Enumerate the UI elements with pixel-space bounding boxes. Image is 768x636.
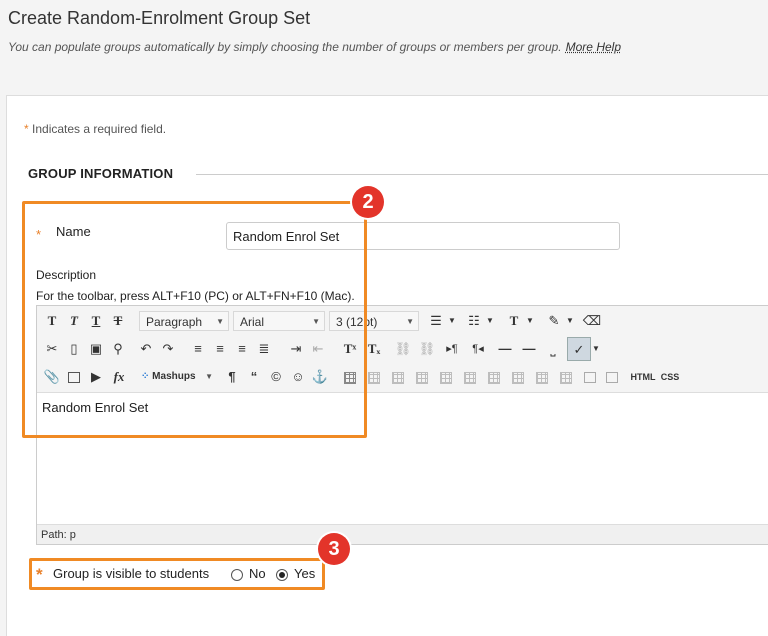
section-divider	[196, 174, 768, 175]
section-title: GROUP INFORMATION	[28, 166, 174, 181]
nonbreaking-space-icon[interactable]: ⎵	[543, 339, 563, 359]
chevron-down-icon[interactable]: ▼	[447, 311, 457, 331]
table-row-before-icon[interactable]	[365, 367, 383, 387]
chevron-down-icon[interactable]: ▼	[525, 311, 535, 331]
unlink-icon[interactable]: ⛓	[417, 339, 437, 359]
callout-badge-3: 3	[318, 533, 350, 565]
horizontal-line-icon[interactable]: —	[495, 339, 515, 359]
table-row-props-icon[interactable]	[603, 367, 621, 387]
nonbreaking-line-icon[interactable]: —	[519, 339, 539, 359]
page-title: Create Random-Enrolment Group Set	[8, 8, 311, 28]
html-button[interactable]: HTML	[629, 367, 657, 387]
highlight-icon[interactable]: ✎	[543, 311, 565, 331]
chevron-down-icon[interactable]: ▼	[565, 311, 575, 331]
table-split-icon[interactable]	[557, 367, 575, 387]
text-color-icon[interactable]: T	[503, 311, 525, 331]
link-icon[interactable]: ⛓	[393, 339, 413, 359]
table-merge-icon[interactable]	[533, 367, 551, 387]
table-props-icon[interactable]	[581, 367, 599, 387]
bullet-list-icon[interactable]: ☰	[425, 311, 447, 331]
chevron-down-icon[interactable]: ▼	[591, 339, 601, 359]
required-note: * Indicates a required field.	[24, 122, 166, 136]
table-delete-row-icon[interactable]	[413, 367, 431, 387]
rtl-button[interactable]: ¶◂	[467, 339, 489, 359]
callout-badge-2: 2	[352, 186, 384, 218]
callout-box-2	[22, 201, 367, 438]
numbered-list-icon[interactable]: ☷	[463, 311, 485, 331]
table-row-after-icon[interactable]	[389, 367, 407, 387]
page-subtitle: You can populate groups automatically by…	[8, 40, 621, 54]
eraser-icon[interactable]: ⌫	[581, 311, 603, 331]
chevron-down-icon: ▼	[406, 317, 414, 326]
more-help-link[interactable]: More Help	[566, 40, 621, 54]
callout-box-3	[29, 558, 325, 590]
css-button[interactable]: CSS	[659, 367, 681, 387]
chevron-down-icon[interactable]: ▼	[485, 311, 495, 331]
required-star: *	[24, 122, 29, 136]
page-description: You can populate groups automatically by…	[8, 40, 562, 54]
required-note-text: Indicates a required field.	[32, 122, 167, 136]
table-delete-col-icon[interactable]	[485, 367, 503, 387]
table-cell-props-icon[interactable]	[509, 367, 527, 387]
editor-path-bar: Path: p	[37, 524, 768, 544]
spellcheck-icon[interactable]: ✓	[567, 337, 591, 361]
ltr-button[interactable]: ▸¶	[441, 339, 463, 359]
table-col-before-icon[interactable]	[437, 367, 455, 387]
table-col-after-icon[interactable]	[461, 367, 479, 387]
